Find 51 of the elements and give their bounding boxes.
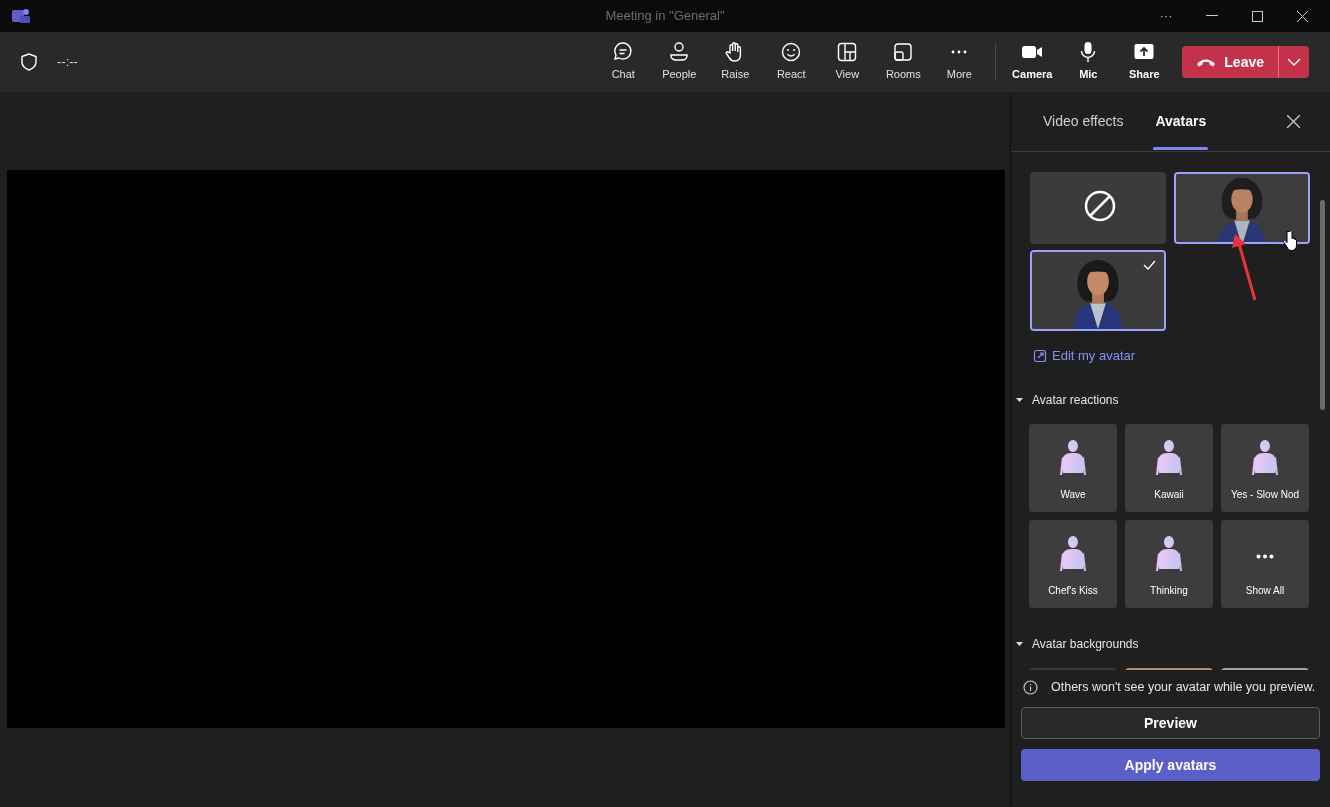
smiley-icon [780, 41, 803, 64]
person-icon [668, 41, 691, 64]
more-icon [951, 50, 968, 55]
hand-cursor-icon [1282, 230, 1298, 252]
chevron-down-icon [1287, 58, 1301, 66]
window-title: Meeting in "General" [605, 7, 725, 26]
toolbar-button[interactable]: View [819, 32, 876, 92]
checkmark-icon [1143, 260, 1156, 270]
reaction-tile[interactable]: Kawaii [1125, 423, 1213, 512]
more-icon [1256, 554, 1274, 559]
preview-button[interactable]: Preview [1021, 707, 1320, 739]
toolbar-button[interactable]: Rooms [875, 32, 932, 92]
reaction-tile[interactable]: Yes - Slow Nod [1221, 423, 1309, 512]
more-button[interactable]: ··· [1143, 6, 1189, 26]
notice-text: Others won't see your avatar while you preview. [1051, 679, 1316, 697]
reaction-tile[interactable]: Thinking [1125, 519, 1213, 608]
hang-up-icon [1196, 57, 1217, 67]
scrollbar[interactable] [1320, 200, 1325, 410]
panel-tab[interactable]: Avatars [1153, 92, 1209, 151]
minimize-icon[interactable] [1206, 15, 1218, 17]
toolbar-button[interactable]: Raise [707, 32, 764, 92]
toolbar-button[interactable]: Camera [1004, 32, 1061, 92]
panel-tab[interactable]: Video effects [1041, 92, 1126, 151]
caret-down-icon [1016, 397, 1023, 402]
section-header[interactable]: Avatar backgrounds [1016, 633, 1139, 654]
toolbar-button[interactable]: More [931, 32, 988, 92]
app-logo-icon [12, 8, 30, 24]
section-header[interactable]: Avatar reactions [1016, 389, 1119, 410]
toolbar-button[interactable]: React [763, 32, 820, 92]
toolbar-button[interactable]: Chat [595, 32, 652, 92]
toolbar-button[interactable]: Mic [1060, 32, 1117, 92]
reaction-tile[interactable]: Show All [1221, 519, 1309, 608]
rooms-icon [892, 41, 915, 64]
close-icon[interactable] [1297, 10, 1308, 22]
no-avatar-option[interactable] [1030, 172, 1166, 244]
external-link-icon [1033, 348, 1047, 363]
close-icon[interactable] [1287, 115, 1300, 128]
annotation-arrow [1232, 234, 1258, 302]
caret-down-icon [1016, 641, 1023, 646]
maximize-icon[interactable] [1252, 10, 1263, 22]
shield-icon[interactable] [21, 53, 37, 71]
toolbar-button[interactable]: Share [1116, 32, 1173, 92]
apply-avatars-button[interactable]: Apply avatars [1021, 749, 1320, 781]
reaction-tile[interactable]: Chef's Kiss [1029, 519, 1117, 608]
reaction-tile[interactable]: Wave [1029, 423, 1117, 512]
edit-avatar-link[interactable]: Edit my avatar [1033, 346, 1136, 366]
info-icon [1023, 680, 1038, 696]
none-icon [1084, 190, 1116, 222]
toolbar-button[interactable]: People [651, 32, 708, 92]
grid-icon [836, 41, 859, 64]
meeting-timer: --:-- [57, 53, 78, 72]
